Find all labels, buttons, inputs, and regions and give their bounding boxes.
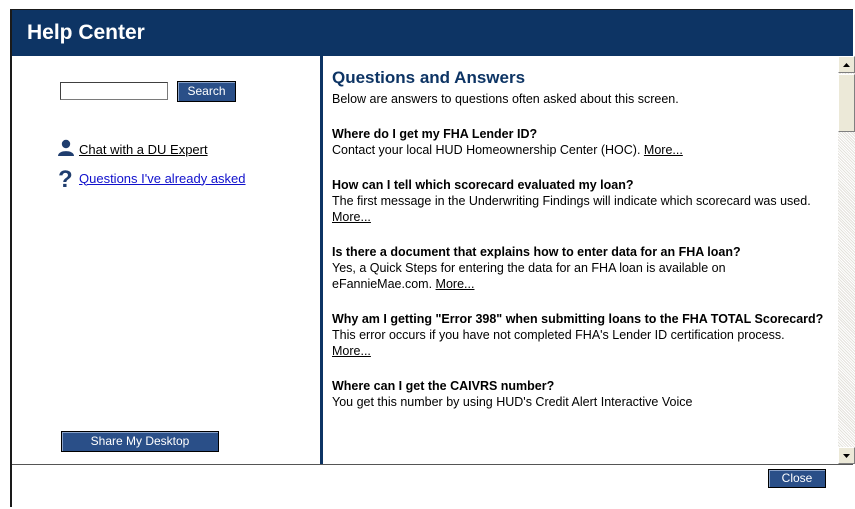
- qa-question: Why am I getting "Error 398" when submit…: [332, 312, 824, 326]
- qa-answer-text: Contact your local HUD Homeownership Cen…: [332, 143, 641, 157]
- qa-answer-text: Yes, a Quick Steps for entering the data…: [332, 261, 726, 291]
- qa-item: How can I tell which scorecard evaluated…: [332, 178, 838, 225]
- questions-asked-link[interactable]: ? Questions I've already asked: [57, 166, 246, 193]
- qa-item: Is there a document that explains how to…: [332, 245, 838, 292]
- footer-bar: Close: [12, 464, 853, 509]
- vertical-scrollbar[interactable]: [838, 56, 855, 464]
- search-input[interactable]: [60, 82, 168, 100]
- qa-answer: Yes, a Quick Steps for entering the data…: [332, 260, 838, 292]
- more-link[interactable]: More...: [436, 277, 475, 291]
- scroll-down-arrow-icon[interactable]: [838, 447, 855, 464]
- more-link[interactable]: More...: [332, 344, 371, 358]
- scroll-up-arrow-icon[interactable]: [838, 56, 855, 73]
- help-center-window: Help Center Search Chat with a DU Expert…: [10, 9, 855, 509]
- search-button[interactable]: Search: [177, 81, 236, 102]
- questions-asked-label[interactable]: Questions I've already asked: [79, 171, 246, 186]
- close-button[interactable]: Close: [768, 469, 826, 488]
- window-title: Help Center: [12, 10, 853, 56]
- svg-text:?: ?: [58, 168, 73, 190]
- person-icon: [57, 139, 77, 159]
- qa-item: Where do I get my FHA Lender ID? Contact…: [332, 127, 838, 158]
- qa-answer-text: This error occurs if you have not comple…: [332, 328, 785, 342]
- qa-answer-text: You get this number by using HUD's Credi…: [332, 395, 693, 409]
- share-desktop-button[interactable]: Share My Desktop: [61, 431, 219, 452]
- qa-item: Where can I get the CAIVRS number? You g…: [332, 379, 838, 410]
- qa-content: Questions and Answers Below are answers …: [323, 56, 838, 464]
- qa-intro: Below are answers to questions often ask…: [332, 92, 679, 106]
- qa-question: Is there a document that explains how to…: [332, 245, 741, 259]
- qa-answer: This error occurs if you have not comple…: [332, 327, 838, 359]
- qa-item: Why am I getting "Error 398" when submit…: [332, 312, 838, 359]
- qa-answer: You get this number by using HUD's Credi…: [332, 394, 838, 410]
- qa-question: How can I tell which scorecard evaluated…: [332, 178, 634, 192]
- qa-answer-text: The first message in the Underwriting Fi…: [332, 194, 811, 208]
- chat-expert-link[interactable]: Chat with a DU Expert: [57, 139, 208, 159]
- left-panel: [12, 56, 320, 464]
- qa-answer: Contact your local HUD Homeownership Cen…: [332, 142, 838, 158]
- more-link[interactable]: More...: [332, 210, 371, 224]
- question-icon: ?: [57, 166, 77, 193]
- qa-question: Where can I get the CAIVRS number?: [332, 379, 555, 393]
- qa-answer: The first message in the Underwriting Fi…: [332, 193, 838, 225]
- qa-question: Where do I get my FHA Lender ID?: [332, 127, 538, 141]
- qa-title: Questions and Answers: [332, 68, 526, 87]
- chat-expert-label[interactable]: Chat with a DU Expert: [79, 142, 208, 157]
- scroll-thumb[interactable]: [838, 74, 855, 132]
- more-link[interactable]: More...: [644, 143, 683, 157]
